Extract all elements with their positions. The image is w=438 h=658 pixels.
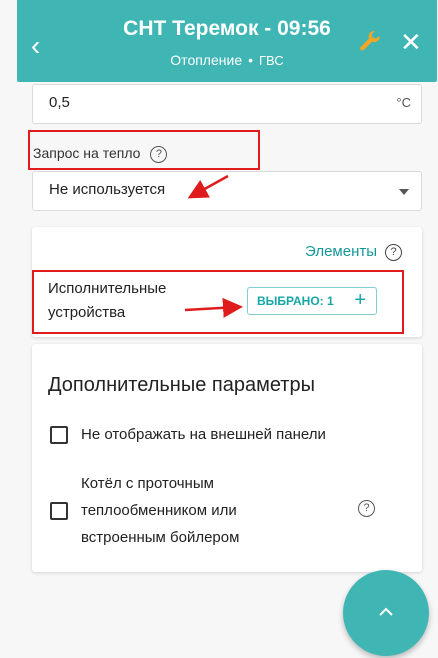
scroll-up-button[interactable] <box>343 570 429 656</box>
arrow-annotation <box>184 297 243 318</box>
chevron-up-icon <box>379 607 393 616</box>
arrow-annotation <box>187 174 229 199</box>
annotation-arrows <box>184 174 243 318</box>
